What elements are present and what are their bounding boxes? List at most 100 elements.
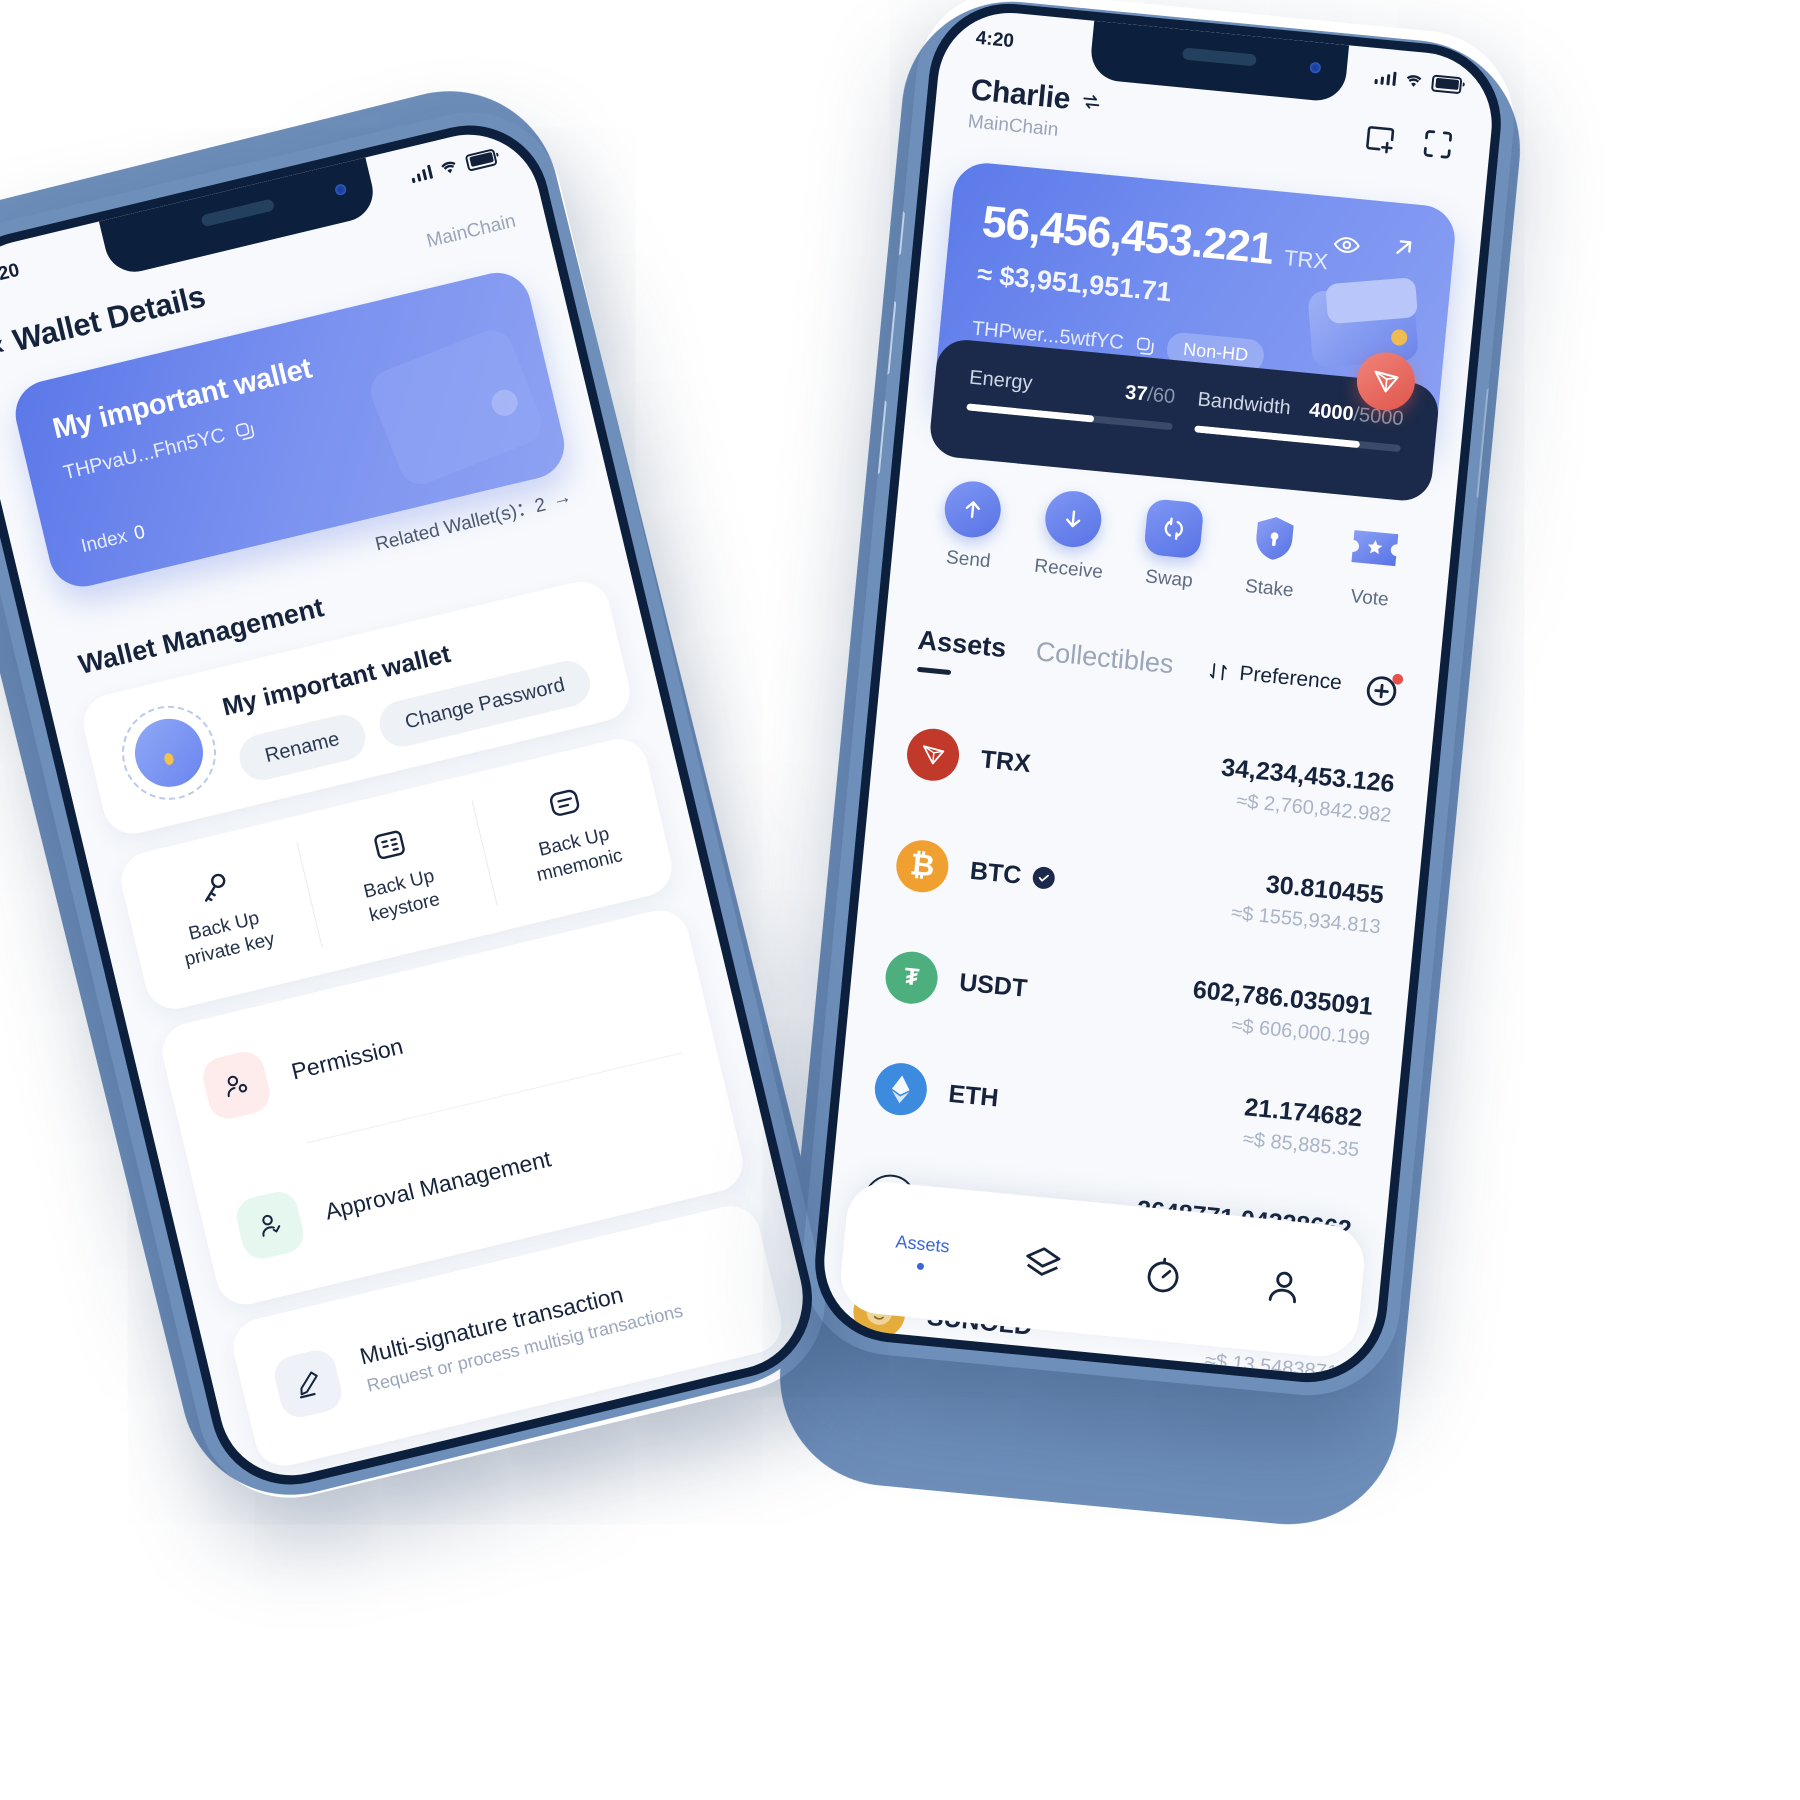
asset-symbol: USDT <box>958 967 1029 1003</box>
resource-bandwidth-bar <box>1194 425 1401 453</box>
scene: 4:20 ‹ Wallet Details MainChain My impor… <box>0 0 1800 1800</box>
tabbar-market[interactable] <box>980 1237 1104 1290</box>
tabbar-explore[interactable] <box>1100 1248 1224 1301</box>
status-indicators <box>409 147 498 185</box>
right-phone-screen: 4:20 Charlie MainChain 56,456,453.221 TR… <box>817 6 1499 1380</box>
left-phone-bezel: 4:20 ‹ Wallet Details MainChain My impor… <box>0 109 829 1501</box>
action-vote[interactable]: Vote <box>1318 515 1427 614</box>
back-button[interactable]: ‹ <box>0 328 8 362</box>
action-swap-label: Swap <box>1144 566 1194 592</box>
backup-private-key-label: Back Up private key <box>182 907 277 971</box>
profile-icon <box>1268 1271 1296 1304</box>
eye-icon[interactable] <box>1330 229 1363 267</box>
account-name: Charlie <box>969 73 1072 116</box>
tabbar-assets[interactable]: Assets <box>860 1228 984 1275</box>
signal-icon <box>1373 70 1397 86</box>
backup-keystore-label: Back Up keystore <box>361 865 442 927</box>
asset-symbol: ETH <box>947 1079 1000 1113</box>
mnemonic-icon <box>550 790 580 817</box>
row-multisig-text: Multi-signature transaction Request or p… <box>357 1269 685 1397</box>
action-receive-label: Receive <box>1033 555 1104 584</box>
chain-label[interactable]: MainChain <box>425 211 518 254</box>
assets-dot-icon <box>916 1262 925 1271</box>
wallet-name: My important wallet <box>49 352 315 446</box>
row-approval-label: Approval Management <box>322 1144 554 1225</box>
ethereum-icon <box>872 1060 930 1118</box>
action-stake-label: Stake <box>1244 575 1295 602</box>
tab-assets[interactable]: Assets <box>916 625 1008 664</box>
row-permission-label: Permission <box>288 1032 406 1085</box>
account-block[interactable]: Charlie MainChain <box>967 73 1104 145</box>
explore-icon <box>1147 1257 1178 1293</box>
tabbar-profile[interactable] <box>1221 1260 1345 1313</box>
resources-panel: Energy 37/60 Bandwidth 4000/5000 <box>927 337 1441 504</box>
tron-logo-icon <box>904 726 962 784</box>
asset-values: 34,234,453.126 ≈$ 2,760,842.982 <box>1217 753 1396 827</box>
status-indicators <box>1373 68 1463 94</box>
action-send[interactable]: Send <box>917 477 1026 576</box>
add-token-icon[interactable] <box>1362 668 1406 712</box>
avatar[interactable] <box>112 696 226 810</box>
keystore-icon <box>374 830 405 860</box>
asset-symbol: TRX <box>979 744 1032 778</box>
chevron-right-icon: → <box>550 485 574 511</box>
wifi-icon <box>1406 74 1422 87</box>
battery-icon <box>1430 73 1463 94</box>
action-stake[interactable]: Stake <box>1218 506 1327 605</box>
wallet-index-label: Index <box>79 525 130 558</box>
asset-values: 30.810455 ≈$ 1555,934.813 <box>1230 867 1385 939</box>
header-actions <box>1361 111 1459 164</box>
verified-badge-icon <box>1032 865 1057 890</box>
asset-values: 21.174682 ≈$ 85,885.35 <box>1240 1093 1364 1162</box>
copy-icon[interactable] <box>232 419 256 443</box>
backup-private-key-button[interactable]: Back Up private key <box>115 817 327 1015</box>
arrow-up-icon <box>942 478 1004 540</box>
bitcoin-icon: ₿ <box>893 837 951 895</box>
tab-collectibles[interactable]: Collectibles <box>1034 636 1175 680</box>
ticket-star-icon <box>1344 518 1405 579</box>
tether-icon: ₮ <box>883 949 940 1007</box>
left-phone-device: 4:20 ‹ Wallet Details MainChain My impor… <box>0 93 844 1516</box>
resource-energy-value: 37/60 <box>1124 381 1177 409</box>
arrow-up-right-icon[interactable] <box>1388 232 1419 268</box>
asset-tabs: Assets Collectibles <box>916 625 1175 680</box>
rename-button[interactable]: Rename <box>234 710 370 785</box>
resource-energy-label-row: Energy 37/60 <box>968 367 1176 410</box>
preference-label: Preference <box>1238 661 1343 695</box>
layers-icon <box>1025 1247 1060 1276</box>
resource-energy[interactable]: Energy 37/60 <box>966 367 1176 431</box>
action-swap[interactable]: Swap <box>1118 496 1227 595</box>
status-time: 4:20 <box>0 259 22 290</box>
backup-mnemonic-label: Back Up mnemonic <box>534 823 625 887</box>
arrow-down-icon <box>1042 488 1105 550</box>
tabbar-assets-label: Assets <box>894 1231 951 1257</box>
right-phone-bezel: 4:20 Charlie MainChain 56,456,453.221 TR… <box>807 0 1509 1390</box>
preference-button[interactable]: Preference <box>1206 659 1343 696</box>
approval-icon <box>232 1187 308 1263</box>
asset-usd: ≈$ 85,885.35 <box>1241 1128 1361 1162</box>
wallet-index: Index 0 <box>79 522 147 559</box>
balance-unit: TRX <box>1282 245 1330 275</box>
balance-usd: ≈ $3,951,951.71 <box>975 258 1173 308</box>
copy-icon[interactable] <box>1135 335 1157 357</box>
asset-values: 602,786.035091 ≈$ 606,000.199 <box>1189 976 1375 1051</box>
status-time: 4:20 <box>974 27 1015 53</box>
action-send-label: Send <box>945 547 992 573</box>
pencil-icon <box>270 1346 346 1422</box>
resource-energy-bar <box>966 403 1173 431</box>
wifi-icon <box>441 161 456 173</box>
left-phone-screen: 4:20 ‹ Wallet Details MainChain My impor… <box>0 119 818 1491</box>
backup-keystore-button[interactable]: Back Up keystore <box>290 775 502 973</box>
asset-amount: 21.174682 <box>1243 1093 1364 1133</box>
row-dapp-label: DApp Connection <box>398 1472 580 1490</box>
shield-lock-icon <box>1244 508 1305 569</box>
swap-accounts-icon[interactable] <box>1079 90 1103 114</box>
add-wallet-icon[interactable] <box>1361 119 1400 158</box>
swap-icon <box>1143 498 1205 560</box>
backup-mnemonic-button[interactable]: Back Up mnemonic <box>465 733 677 931</box>
scan-qr-icon[interactable] <box>1418 125 1457 164</box>
sort-icon <box>1210 663 1228 681</box>
resource-bandwidth-label: Bandwidth <box>1196 388 1292 420</box>
asset-symbol-row: BTC <box>969 856 1057 893</box>
action-receive[interactable]: Receive <box>1017 486 1126 585</box>
